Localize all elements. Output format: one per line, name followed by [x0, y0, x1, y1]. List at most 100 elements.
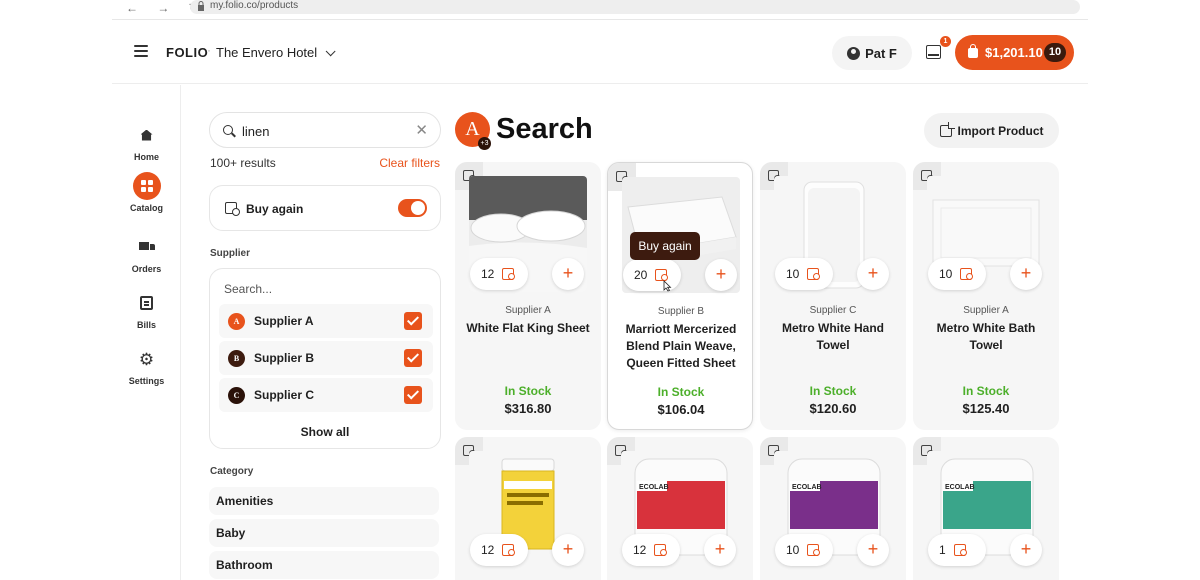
quantity-stepper[interactable]: 12: [622, 534, 680, 566]
cart-button[interactable]: $1,201.10 10: [955, 35, 1074, 70]
quantity-value: 12: [481, 267, 495, 281]
quantity-stepper[interactable]: 20: [623, 259, 681, 291]
reorder-icon: [960, 268, 974, 280]
reorder-icon: [807, 268, 821, 280]
reorder-icon: [225, 202, 240, 216]
home-icon: [140, 129, 153, 141]
menu-icon[interactable]: [134, 45, 148, 57]
stock-status: In Stock: [504, 384, 552, 398]
supplier-option-b[interactable]: B Supplier B: [219, 341, 433, 375]
quantity-stepper[interactable]: 1: [928, 534, 986, 566]
supplier-name: Supplier B: [254, 351, 315, 365]
gear-icon: ⚙: [138, 349, 155, 369]
quantity-value: 1: [939, 543, 946, 557]
clear-search-icon[interactable]: ✕: [415, 121, 428, 139]
quantity-value: 10: [939, 267, 953, 281]
supplier-option-a[interactable]: A Supplier A: [219, 304, 433, 338]
product-supplier: Supplier C: [809, 305, 857, 316]
hotel-name: The Envero Hotel: [216, 45, 318, 60]
inbox-icon[interactable]: [926, 45, 941, 59]
sidebar-item-label: Settings: [128, 376, 165, 386]
sidebar-item-bills[interactable]: Bills: [112, 289, 181, 330]
quantity-stepper[interactable]: 10: [775, 534, 833, 566]
mouse-pointer-icon: [663, 280, 672, 292]
add-to-cart-button[interactable]: +: [705, 259, 737, 291]
quantity-stepper[interactable]: 12: [470, 534, 528, 566]
add-to-cart-button[interactable]: +: [552, 534, 584, 566]
sidebar-nav: Home Catalog Orders Bills ⚙ Settings: [112, 85, 181, 580]
reorder-icon: [807, 544, 821, 556]
product-price: $120.60: [809, 401, 857, 416]
product-card[interactable]: 12 + Supplier A White Flat King Sheet In…: [455, 162, 601, 430]
product-card[interactable]: ECOLAB 12 +: [607, 437, 753, 580]
sidebar-item-home[interactable]: Home: [112, 121, 181, 162]
add-to-cart-button[interactable]: +: [552, 258, 584, 290]
add-to-cart-button[interactable]: +: [1010, 534, 1042, 566]
address-bar[interactable]: my.folio.co/products: [190, 0, 1080, 14]
sidebar-item-orders[interactable]: Orders: [112, 233, 181, 274]
buy-again-toggle[interactable]: [398, 199, 427, 217]
checkbox-checked-icon[interactable]: [404, 312, 422, 330]
quantity-value: 10: [786, 543, 800, 557]
reorder-icon: [953, 544, 967, 556]
notification-badge: 1: [940, 36, 951, 47]
supplier-filter: A Supplier A B Supplier B C Supplier C S…: [209, 268, 441, 449]
product-card[interactable]: 20 + Supplier B Marriott Mercerized Blen…: [607, 162, 753, 430]
cart-total: $1,201.10: [985, 45, 1043, 60]
sidebar-item-settings[interactable]: ⚙ Settings: [112, 345, 181, 387]
add-to-cart-button[interactable]: +: [857, 534, 889, 566]
checkbox-checked-icon[interactable]: [404, 349, 422, 367]
checkbox-checked-icon[interactable]: [404, 386, 422, 404]
sidebar-item-catalog[interactable]: Catalog: [112, 172, 181, 213]
chevron-down-icon: [325, 46, 336, 57]
quantity-stepper[interactable]: 10: [775, 258, 833, 290]
add-to-cart-button[interactable]: +: [704, 534, 736, 566]
reorder-icon: [654, 544, 668, 556]
import-label: Import Product: [957, 123, 1044, 138]
page-title: Search: [496, 113, 593, 145]
quantity-stepper[interactable]: 10: [928, 258, 986, 290]
supplier-heading: Supplier: [210, 248, 251, 259]
category-heading: Category: [210, 466, 254, 477]
user-name: Pat F: [865, 45, 897, 61]
user-menu-button[interactable]: Pat F: [832, 36, 912, 70]
supplier-option-c[interactable]: C Supplier C: [219, 378, 433, 412]
app-header: FOLIO · The Envero Hotel Pat F 1 $1,201.…: [112, 21, 1088, 84]
quantity-value: 12: [633, 543, 647, 557]
product-card[interactable]: 12 +: [455, 437, 601, 580]
product-name: Metro White Bath Towel: [936, 321, 1036, 352]
product-card[interactable]: ECOLAB 1 +: [913, 437, 1059, 580]
sidebar-item-label: Home: [133, 152, 159, 162]
category-item[interactable]: Amenities: [209, 487, 439, 515]
category-item[interactable]: Baby: [209, 519, 439, 547]
product-price: $106.04: [657, 402, 705, 417]
search-input[interactable]: [242, 122, 402, 140]
add-to-cart-button[interactable]: +: [1010, 258, 1042, 290]
product-supplier: Supplier B: [657, 306, 705, 317]
stock-status: In Stock: [962, 384, 1010, 398]
supplier-name: Supplier C: [254, 388, 315, 402]
category-item[interactable]: Bathroom: [209, 551, 439, 579]
reorder-icon: [502, 268, 516, 280]
clear-filters-link[interactable]: Clear filters: [372, 156, 440, 170]
quantity-value: 12: [481, 543, 495, 557]
brand-label: ECOLAB: [792, 484, 822, 491]
supplier-search-input[interactable]: [224, 279, 424, 299]
product-card[interactable]: 10 + Supplier C Metro White Hand Towel I…: [760, 162, 906, 430]
show-all-button[interactable]: Show all: [210, 425, 440, 439]
cart-count-badge: 10: [1044, 43, 1066, 62]
browser-toolbar: ← → ↻ my.folio.co/products: [112, 0, 1088, 20]
add-to-cart-button[interactable]: +: [857, 258, 889, 290]
search-icon: [223, 125, 233, 135]
product-card[interactable]: 10 + Supplier A Metro White Bath Towel I…: [913, 162, 1059, 430]
quantity-value: 20: [634, 268, 648, 282]
quantity-stepper[interactable]: 12: [470, 258, 528, 290]
product-card[interactable]: ECOLAB 10 +: [760, 437, 906, 580]
results-count: 100+ results: [210, 156, 276, 170]
supplier-avatar: B: [228, 350, 245, 367]
hotel-selector[interactable]: The Envero Hotel: [216, 45, 336, 60]
brand-logo: FOLIO: [166, 45, 209, 60]
truck-icon: [138, 242, 155, 252]
buy-again-label: Buy again: [246, 202, 304, 216]
import-product-button[interactable]: Import Product: [924, 113, 1059, 148]
